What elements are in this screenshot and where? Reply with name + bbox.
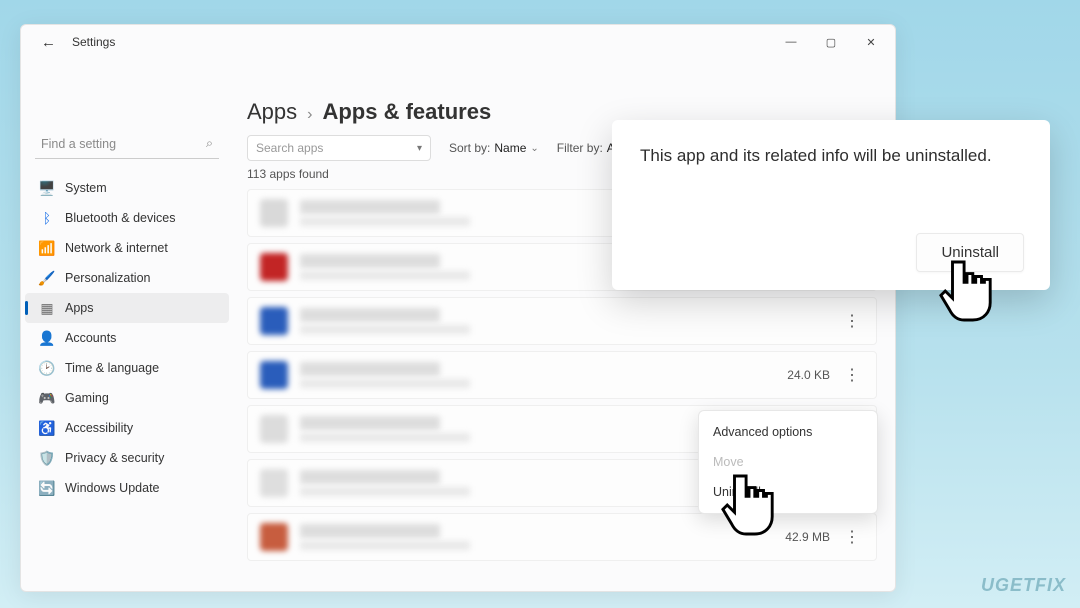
- sidebar-item-time-language[interactable]: 🕑 Time & language: [25, 353, 229, 383]
- app-more-button[interactable]: ⋮: [840, 527, 864, 547]
- window-title: Settings: [72, 35, 115, 49]
- sidebar-item-label: Accessibility: [65, 421, 133, 435]
- nav-icon: 🖥️: [39, 180, 55, 196]
- sidebar-item-label: Personalization: [65, 271, 150, 285]
- app-more-button[interactable]: ⋮: [840, 365, 864, 385]
- sort-label: Sort by:: [449, 141, 490, 155]
- ctx-advanced-options[interactable]: Advanced options: [699, 417, 877, 447]
- close-button[interactable]: ✕: [851, 27, 891, 57]
- search-apps-placeholder: Search apps: [256, 141, 323, 155]
- search-apps-input[interactable]: Search apps ▾: [247, 135, 431, 161]
- search-setting-placeholder: Find a setting: [41, 137, 116, 151]
- app-meta: [300, 541, 470, 550]
- nav-icon: 📶: [39, 240, 55, 256]
- sidebar-item-privacy-security[interactable]: 🛡️ Privacy & security: [25, 443, 229, 473]
- chevron-down-icon: ▾: [417, 143, 422, 154]
- sidebar-item-gaming[interactable]: 🎮 Gaming: [25, 383, 229, 413]
- nav-icon: ▦: [39, 300, 55, 316]
- sidebar-item-network-internet[interactable]: 📶 Network & internet: [25, 233, 229, 263]
- app-row[interactable]: 24.0 KB ⋮: [247, 351, 877, 399]
- app-icon: [260, 523, 288, 551]
- sort-value: Name: [494, 141, 526, 155]
- app-icon: [260, 253, 288, 281]
- app-meta: [300, 217, 470, 226]
- confirm-uninstall-button[interactable]: Uninstall: [916, 233, 1024, 272]
- nav-icon: 🛡️: [39, 450, 55, 466]
- minimize-button[interactable]: ―: [771, 27, 811, 57]
- app-size: 24.0 KB: [770, 368, 830, 382]
- app-meta: [300, 379, 470, 388]
- sidebar: Find a setting ⌕ 🖥️ System ᛒ Bluetooth & de…: [21, 59, 233, 591]
- app-icon: [260, 469, 288, 497]
- app-info: [300, 308, 770, 334]
- sidebar-item-apps[interactable]: ▦ Apps: [25, 293, 229, 323]
- app-name: [300, 524, 440, 538]
- sidebar-item-label: Time & language: [65, 361, 159, 375]
- sidebar-item-system[interactable]: 🖥️ System: [25, 173, 229, 203]
- sidebar-item-windows-update[interactable]: 🔄 Windows Update: [25, 473, 229, 503]
- app-meta: [300, 487, 470, 496]
- nav-icon: ᛒ: [39, 210, 55, 226]
- app-name: [300, 200, 440, 214]
- app-row[interactable]: 42.9 MB ⋮: [247, 513, 877, 561]
- app-meta: [300, 325, 470, 334]
- window-controls: ― ▢ ✕: [771, 27, 891, 57]
- app-size: 42.9 MB: [770, 530, 830, 544]
- search-setting-input[interactable]: Find a setting ⌕: [35, 129, 219, 159]
- sidebar-item-label: Accounts: [65, 331, 116, 345]
- sidebar-item-label: Windows Update: [65, 481, 160, 495]
- app-name: [300, 416, 440, 430]
- app-more-button[interactable]: ⋮: [840, 311, 864, 331]
- watermark: UGETFIX: [981, 575, 1066, 596]
- breadcrumb-leaf: Apps & features: [322, 99, 491, 125]
- nav-icon: 🔄: [39, 480, 55, 496]
- app-name: [300, 362, 440, 376]
- chevron-down-icon: ⌄: [530, 143, 538, 154]
- sidebar-item-accessibility[interactable]: ♿ Accessibility: [25, 413, 229, 443]
- app-name: [300, 254, 440, 268]
- sidebar-item-personalization[interactable]: 🖌️ Personalization: [25, 263, 229, 293]
- nav-icon: ♿: [39, 420, 55, 436]
- ctx-move: Move: [699, 447, 877, 477]
- search-icon: ⌕: [206, 136, 213, 151]
- sidebar-item-label: Privacy & security: [65, 451, 164, 465]
- app-context-menu: Advanced options Move Uninstall: [698, 410, 878, 514]
- app-icon: [260, 199, 288, 227]
- confirm-message: This app and its related info will be un…: [640, 144, 1024, 169]
- nav-icon: 🎮: [39, 390, 55, 406]
- app-icon: [260, 307, 288, 335]
- sidebar-item-bluetooth-devices[interactable]: ᛒ Bluetooth & devices: [25, 203, 229, 233]
- app-name: [300, 308, 440, 322]
- breadcrumb-root[interactable]: Apps: [247, 99, 297, 125]
- app-name: [300, 470, 440, 484]
- app-info: [300, 362, 770, 388]
- filter-label: Filter by:: [557, 141, 603, 155]
- sidebar-item-label: Apps: [65, 301, 94, 315]
- sidebar-item-label: Bluetooth & devices: [65, 211, 176, 225]
- app-info: [300, 524, 770, 550]
- uninstall-confirm-popup: This app and its related info will be un…: [612, 120, 1050, 290]
- app-icon: [260, 415, 288, 443]
- nav-icon: 🕑: [39, 360, 55, 376]
- sidebar-item-accounts[interactable]: 👤 Accounts: [25, 323, 229, 353]
- app-meta: [300, 271, 470, 280]
- nav-icon: 🖌️: [39, 270, 55, 286]
- maximize-button[interactable]: ▢: [811, 27, 851, 57]
- sidebar-item-label: Gaming: [65, 391, 109, 405]
- ctx-uninstall[interactable]: Uninstall: [699, 477, 877, 507]
- sort-dropdown[interactable]: Sort by: Name ⌄: [449, 141, 539, 155]
- breadcrumb-sep: ›: [307, 106, 312, 124]
- app-icon: [260, 361, 288, 389]
- sidebar-item-label: Network & internet: [65, 241, 168, 255]
- back-button[interactable]: ←: [35, 30, 62, 55]
- nav-icon: 👤: [39, 330, 55, 346]
- app-row[interactable]: ⋮: [247, 297, 877, 345]
- sidebar-item-label: System: [65, 181, 107, 195]
- titlebar: ← Settings ― ▢ ✕: [21, 25, 895, 59]
- app-meta: [300, 433, 470, 442]
